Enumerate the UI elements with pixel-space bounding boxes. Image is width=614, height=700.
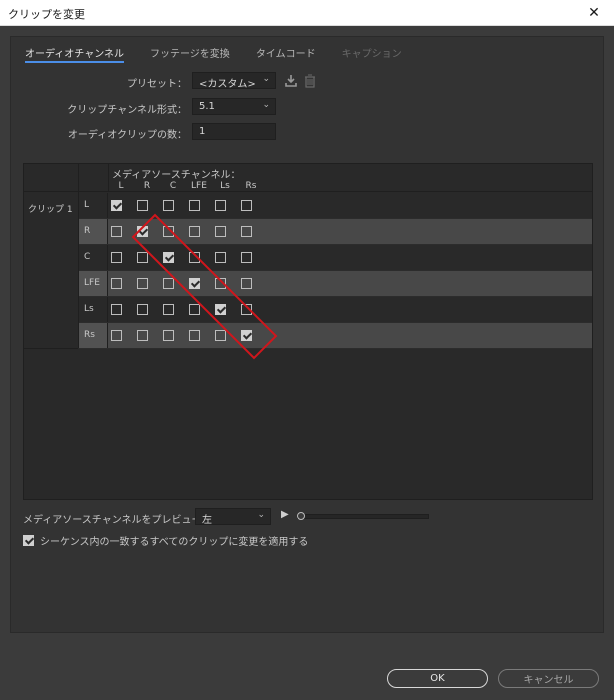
channel-checkbox-lfe-lfe[interactable] — [189, 278, 200, 289]
preview-channel-label: メディアソースチャンネルをプレビュー： — [23, 515, 212, 526]
row-label-ls: Ls — [79, 297, 108, 322]
apply-all-label: シーケンス内の一致するすべてのクリップに変更を適用する — [40, 537, 309, 548]
channel-checkbox-r-lfe[interactable] — [189, 226, 200, 237]
matrix-row-lfe: LFE — [79, 271, 592, 297]
channel-checkbox-ls-c[interactable] — [163, 304, 174, 315]
channel-checkbox-rs-rs[interactable] — [241, 330, 252, 341]
window-titlebar: クリップを変更 ✕ — [0, 0, 614, 26]
settings-panel: オーディオチャンネル フッテージを変換 タイムコード キャプション プリセット：… — [10, 36, 604, 633]
channel-checkbox-r-ls[interactable] — [215, 226, 226, 237]
play-icon[interactable]: ▶ — [281, 509, 289, 520]
tab-audio-channels[interactable]: オーディオチャンネル — [25, 45, 124, 63]
channel-checkbox-ls-rs[interactable] — [241, 304, 252, 315]
matrix-row-rs: Rs — [79, 323, 592, 349]
channel-checkbox-lfe-l[interactable] — [111, 278, 122, 289]
apply-all-row[interactable]: シーケンス内の一致するすべてのクリップに変更を適用する — [23, 533, 308, 548]
row-label-r: R — [79, 219, 108, 244]
chevron-down-icon: ⌄ — [257, 510, 265, 520]
apply-all-checkbox[interactable] — [23, 535, 34, 546]
media-source-channel-title: メディアソースチャンネル： — [112, 170, 241, 181]
channel-checkbox-lfe-c[interactable] — [163, 278, 174, 289]
channel-format-value: 5.1 — [199, 101, 215, 112]
column-header-l: L — [118, 181, 124, 191]
row-label-c: C — [79, 245, 108, 270]
chevron-down-icon: ⌄ — [262, 100, 270, 110]
channel-checkbox-rs-l[interactable] — [111, 330, 122, 341]
channel-checkbox-c-lfe[interactable] — [189, 252, 200, 263]
channel-checkbox-lfe-ls[interactable] — [215, 278, 226, 289]
column-header-r: R — [143, 181, 151, 191]
row-label-lfe: LFE — [79, 271, 108, 296]
header-divider — [78, 164, 79, 192]
channel-checkbox-ls-ls[interactable] — [215, 304, 226, 315]
preview-channel-select[interactable]: 左 ⌄ — [195, 508, 271, 526]
channel-checkbox-l-lfe[interactable] — [189, 200, 200, 211]
save-preset-icon[interactable] — [284, 74, 298, 88]
preview-channel-value: 左 — [202, 515, 212, 526]
channel-checkbox-l-c[interactable] — [163, 200, 174, 211]
slider-knob[interactable] — [297, 512, 305, 520]
matrix-row-ls: Ls — [79, 297, 592, 323]
window-title: クリップを変更 — [8, 8, 85, 21]
row-label-rs: Rs — [79, 323, 108, 348]
matrix-row-c: C — [79, 245, 592, 271]
tab-captions: キャプション — [341, 49, 402, 60]
channel-checkbox-ls-lfe[interactable] — [189, 304, 200, 315]
channel-checkbox-r-rs[interactable] — [241, 226, 252, 237]
preview-slider[interactable] — [297, 512, 429, 520]
column-header-ls: Ls — [220, 181, 230, 191]
channel-format-select[interactable]: 5.1 ⌄ — [192, 98, 276, 115]
preset-value: <カスタム> — [199, 79, 256, 90]
matrix-header: メディアソースチャンネル： L R C LFE Ls Rs — [24, 164, 592, 192]
channel-checkbox-l-l[interactable] — [111, 200, 122, 211]
channel-checkbox-c-ls[interactable] — [215, 252, 226, 263]
close-icon[interactable]: ✕ — [574, 0, 614, 26]
clip-count-input[interactable]: 1 — [192, 123, 276, 140]
channel-checkbox-rs-lfe[interactable] — [189, 330, 200, 341]
ok-button[interactable]: OK — [387, 669, 488, 688]
channel-checkbox-r-r[interactable] — [137, 226, 148, 237]
clip-column-divider — [24, 348, 78, 349]
channel-checkbox-lfe-rs[interactable] — [241, 278, 252, 289]
channel-checkbox-c-rs[interactable] — [241, 252, 252, 263]
channel-checkbox-rs-ls[interactable] — [215, 330, 226, 341]
channel-checkbox-c-c[interactable] — [163, 252, 174, 263]
channel-checkbox-l-r[interactable] — [137, 200, 148, 211]
column-header-c: C — [169, 181, 177, 191]
channel-checkbox-l-ls[interactable] — [215, 200, 226, 211]
channel-checkbox-ls-r[interactable] — [137, 304, 148, 315]
channel-checkbox-r-c[interactable] — [163, 226, 174, 237]
clip-1-label: クリップ 1 — [28, 205, 73, 215]
channel-checkbox-r-l[interactable] — [111, 226, 122, 237]
matrix-row-l: L — [79, 193, 592, 219]
channel-checkbox-l-rs[interactable] — [241, 200, 252, 211]
tab-interpret-footage[interactable]: フッテージを変換 — [150, 45, 230, 63]
matrix-row-r: R — [79, 219, 592, 245]
column-header-rs: Rs — [245, 181, 257, 191]
preset-label: プリセット： — [127, 79, 187, 90]
channel-matrix: メディアソースチャンネル： L R C LFE Ls Rs クリップ 1 LRC… — [23, 163, 593, 500]
tab-bar: オーディオチャンネル フッテージを変換 タイムコード キャプション — [25, 45, 428, 65]
trash-icon[interactable] — [303, 74, 317, 88]
channel-checkbox-c-l[interactable] — [111, 252, 122, 263]
preset-select[interactable]: <カスタム> ⌄ — [192, 72, 276, 90]
channel-checkbox-c-r[interactable] — [137, 252, 148, 263]
channel-checkbox-rs-r[interactable] — [137, 330, 148, 341]
channel-format-label: クリップチャンネル形式： — [67, 105, 187, 116]
modify-clip-dialog: オーディオチャンネル フッテージを変換 タイムコード キャプション プリセット：… — [0, 26, 614, 700]
row-label-l: L — [79, 193, 108, 218]
column-header-lfe: LFE — [191, 181, 207, 191]
clip-count-label: オーディオクリップの数： — [67, 130, 187, 141]
channel-checkbox-ls-l[interactable] — [111, 304, 122, 315]
channel-checkbox-lfe-r[interactable] — [137, 278, 148, 289]
tab-timecode[interactable]: タイムコード — [256, 45, 316, 63]
chevron-down-icon: ⌄ — [262, 74, 270, 84]
header-divider — [108, 164, 109, 192]
cancel-button[interactable]: キャンセル — [498, 669, 599, 688]
channel-checkbox-rs-c[interactable] — [163, 330, 174, 341]
